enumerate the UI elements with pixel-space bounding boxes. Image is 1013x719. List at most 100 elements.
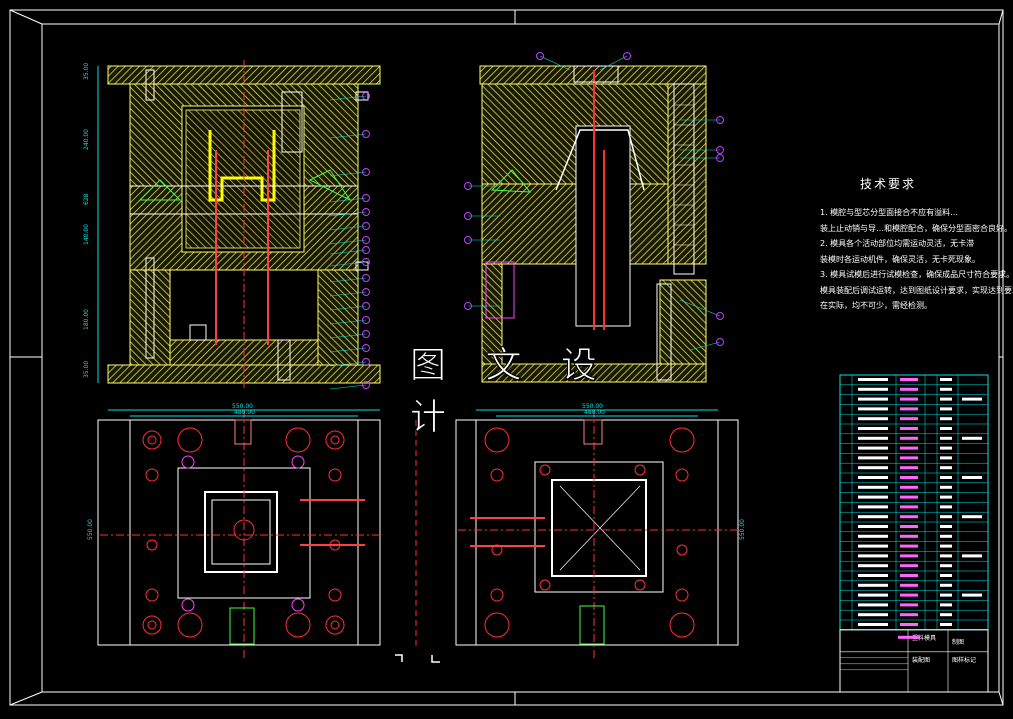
bom-cell-code: [858, 446, 888, 450]
bom-cell-mat: [940, 427, 952, 430]
bom-cell-mat: [940, 603, 952, 607]
bom-cell-code: [858, 505, 888, 509]
side-plan-view: 550.00 480.00 550.00: [455, 403, 746, 660]
bom-cell-name: [900, 613, 918, 617]
bom-cell-note: [962, 476, 982, 479]
bom-cell-mat: [940, 554, 952, 558]
bom-cell-mat: [940, 505, 952, 509]
bom-cell-mat: [940, 387, 952, 391]
dim-left-2: 240.00: [83, 129, 90, 150]
tech-line: 装模时各运动机件，确保灵活，无卡死现象。: [820, 254, 980, 264]
bom-cell-name: [900, 564, 918, 568]
title-block-code: [898, 635, 920, 639]
title-block-cell: 图样标记: [952, 656, 976, 664]
bom-cell-mat: [940, 515, 952, 519]
bom-cell-name: [900, 515, 918, 519]
bom-cell-mat: [940, 407, 952, 411]
bom-cell-code: [858, 495, 888, 499]
bom-cell-name: [900, 446, 918, 450]
bom-cell-code: [858, 554, 888, 558]
bom-cell-note: [962, 397, 982, 401]
leader-line: [329, 384, 367, 390]
front-plan-view: 550.00 480.00 550.00: [87, 403, 381, 660]
tech-line: 在实际，均不可少，需经检测。: [820, 301, 932, 310]
bom-cell-mat: [940, 378, 952, 381]
section-markers: [395, 654, 440, 663]
bom-cell-name: [900, 427, 918, 430]
tech-line: 2. 模具各个活动部位均需运动灵活，无卡滞: [820, 239, 975, 248]
dim-left-total: 628: [83, 193, 90, 205]
bom-cell-mat: [940, 446, 952, 450]
tech-line: 装上止动销与导…和模腔配合，确保分型面密合良好。: [820, 223, 1012, 233]
bom-cell-code: [858, 583, 888, 587]
bom-cell-mat: [940, 485, 952, 489]
bom-cell-code: [858, 534, 888, 538]
tech-line: 1. 模腔与型芯分型面接合不应有溢料…: [820, 208, 959, 217]
bom-cell-mat: [940, 397, 952, 401]
bom-cell-name: [900, 436, 918, 440]
bom-cell-mat: [940, 495, 952, 499]
bom-cell-code: [858, 485, 888, 489]
bom-cell-name: [900, 476, 918, 479]
bom-cell-mat: [940, 544, 952, 548]
bom-cell-code: [858, 623, 888, 626]
tech-requirements-text: 1. 模腔与型芯分型面接合不应有溢料… 装上止动销与导…和模腔配合，确保分型面密…: [820, 205, 1013, 314]
bom-cell-mat: [940, 564, 952, 568]
dim-side-right: 550.00: [739, 519, 746, 540]
bom-cell-code: [858, 378, 888, 381]
bom-cell-name: [900, 485, 918, 489]
bill-of-materials-table: 塑料模具制图装配图 图样标记: [839, 374, 989, 693]
bom-cell-name: [900, 397, 918, 401]
bom-cell-mat: [940, 583, 952, 587]
bom-cell-mat: [940, 466, 952, 470]
bom-cell-name: [900, 593, 918, 597]
dim-left-5: 35.00: [83, 361, 90, 378]
tech-line: 模具装配后调试运转，达到图纸设计要求，实现达到要求值。: [820, 285, 1013, 295]
bom-cell-name: [900, 623, 918, 626]
watermark-text: 图 文 设 计: [410, 345, 611, 439]
dim-left-1: 35.00: [83, 63, 90, 80]
bom-cell-mat: [940, 476, 952, 479]
bom-cell-code: [858, 466, 888, 470]
front-section-view: 35.00 240.00 628 140.00 180.00 35.00: [83, 60, 381, 390]
bom-cell-code: [858, 515, 888, 519]
bom-cell-code: [858, 476, 888, 479]
bom-cell-mat: [940, 593, 952, 597]
bom-cell-mat: [940, 613, 952, 617]
dim-left-4: 180.00: [83, 309, 90, 330]
bom-cell-code: [858, 613, 888, 617]
bom-cell-mat: [940, 623, 952, 626]
bom-cell-mat: [940, 525, 952, 528]
bom-cell-code: [858, 525, 888, 528]
bom-cell-code: [858, 603, 888, 607]
bom-cell-name: [900, 378, 918, 381]
bom-cell-code: [858, 544, 888, 548]
bom-cell-name: [900, 583, 918, 587]
bom-cell-code: [858, 574, 888, 577]
bom-cell-name: [900, 417, 918, 421]
bom-cell-note: [962, 515, 982, 519]
bom-cell-name: [900, 544, 918, 548]
bom-cell-code: [858, 593, 888, 597]
bom-cell-name: [900, 387, 918, 391]
bom-cell-code: [858, 417, 888, 421]
bom-cell-name: [900, 466, 918, 470]
bom-cell-note: [962, 554, 982, 558]
bom-cell-code: [858, 387, 888, 391]
bom-cell-mat: [940, 417, 952, 421]
bom-cell-mat: [940, 436, 952, 440]
bom-cell-code: [858, 436, 888, 440]
tech-requirements-title: 技术要求: [860, 177, 917, 191]
dim-side-left: 550.00: [87, 519, 94, 540]
dim-side-inner: 480.00: [584, 409, 605, 416]
title-block-cell: 制图: [952, 638, 964, 646]
bom-cell-name: [900, 554, 918, 558]
bom-cell-name: [900, 534, 918, 538]
dim-left-3: 140.00: [83, 224, 90, 245]
bom-cell-name: [900, 603, 918, 607]
bom-cell-name: [900, 456, 918, 460]
bom-cell-name: [900, 505, 918, 509]
side-section-view: [479, 65, 707, 383]
bom-cell-mat: [940, 534, 952, 538]
bom-cell-code: [858, 407, 888, 411]
